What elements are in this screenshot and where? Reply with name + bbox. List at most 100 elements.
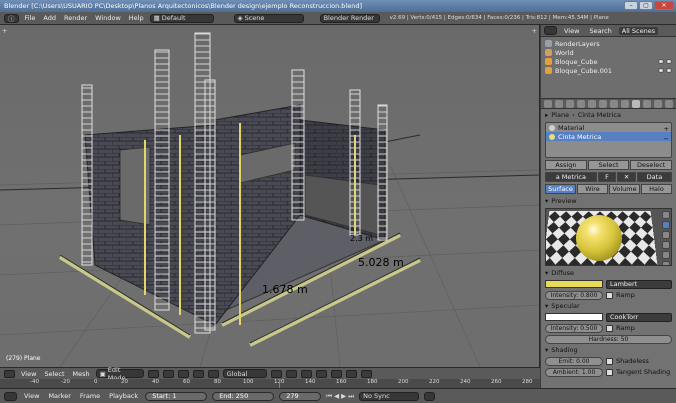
properties-expand-icon[interactable]: + (532, 27, 537, 35)
menu-playback[interactable]: Playback (107, 392, 140, 400)
texture-tab-icon[interactable] (643, 99, 651, 108)
visibility-eye-icon[interactable] (658, 59, 664, 64)
monkey-preview-icon[interactable] (662, 241, 670, 249)
data-tab-icon[interactable] (621, 99, 629, 108)
specular-ramp-checkbox[interactable] (606, 324, 613, 332)
translate-icon[interactable] (192, 369, 204, 378)
render-layers-tab-icon[interactable] (555, 99, 563, 108)
outliner-tab-view[interactable]: View (561, 27, 582, 35)
manipulator-icon[interactable] (177, 369, 189, 378)
menu-render[interactable]: Render (62, 14, 89, 22)
rotate-icon[interactable] (207, 369, 219, 378)
render-tab-icon[interactable] (544, 99, 552, 108)
halo-tab[interactable]: Halo (641, 184, 672, 194)
add-slot-icon[interactable]: + (664, 125, 669, 133)
outliner-tab-all-scenes[interactable]: All Scenes (618, 26, 659, 35)
menu-view[interactable]: View (22, 392, 41, 400)
render-icon[interactable] (360, 369, 372, 378)
mode-select[interactable]: ▣ Edit Mode (95, 366, 144, 382)
menu-view[interactable]: View (19, 370, 38, 378)
menu-frame[interactable]: Frame (78, 392, 102, 400)
specular-intensity-slider[interactable]: Intensity: 0.500 (545, 323, 603, 333)
volume-tab[interactable]: Volume (609, 184, 640, 194)
menu-select[interactable]: Select (42, 370, 66, 378)
maximize-button[interactable]: ▢ (639, 1, 653, 10)
emit-slider[interactable]: Emit: 0.00 (545, 356, 603, 366)
timeline-ruler[interactable]: -40 -20 0 20 40 60 80 100 120 140 160 18… (0, 379, 540, 388)
face-select-icon[interactable] (300, 369, 312, 378)
menu-add[interactable]: Add (41, 14, 58, 22)
wire-tab[interactable]: Wire (577, 184, 608, 194)
material-slot[interactable]: Cinta Metrica (546, 132, 671, 141)
diffuse-intensity-slider[interactable]: Intensity: 0.800 (545, 290, 603, 300)
physics-tab-icon[interactable] (665, 99, 673, 108)
material-slot[interactable]: Material (546, 123, 671, 132)
sky-preview-icon[interactable] (662, 261, 670, 265)
unlink-icon[interactable]: ✕ (617, 172, 636, 182)
link-data-select[interactable]: Data (636, 172, 673, 182)
modifiers-tab-icon[interactable] (610, 99, 618, 108)
proportional-icon[interactable] (330, 369, 342, 378)
keying-icon[interactable] (424, 391, 436, 401)
render-engine-select[interactable]: Blender Render (319, 13, 380, 23)
menu-window[interactable]: Window (93, 14, 123, 22)
specular-panel-header[interactable]: ▾ Specular (541, 301, 676, 311)
fake-user-button[interactable]: F (597, 172, 617, 182)
remove-slot-icon[interactable]: − (664, 135, 669, 143)
occlude-icon[interactable] (315, 369, 327, 378)
shadeless-checkbox[interactable] (606, 357, 613, 365)
snap-icon[interactable] (345, 369, 357, 378)
toolbar-expand-icon[interactable]: + (2, 27, 7, 35)
surface-tab[interactable]: Surface (545, 184, 576, 194)
outliner-item[interactable]: World (545, 48, 672, 57)
scene-select[interactable]: ◈ Scene (233, 13, 304, 23)
menu-marker[interactable]: Marker (46, 392, 72, 400)
material-name-field[interactable]: a Metrica (545, 172, 597, 182)
screen-layout-select[interactable]: ▦ Default (149, 13, 214, 23)
vertex-select-icon[interactable] (270, 369, 282, 378)
outliner-item[interactable]: Bloque_Cube.001 (545, 66, 672, 75)
deselect-button[interactable]: Deselect (630, 160, 673, 170)
diffuse-shader-select[interactable]: Lambert (606, 279, 672, 289)
3d-viewport[interactable]: 1.678 m 5.028 m 2.3 m (279) Plane + + (0, 25, 540, 367)
scene-tab-icon[interactable] (566, 99, 574, 108)
select-button[interactable]: Select (587, 160, 630, 170)
pivot-icon[interactable] (162, 369, 174, 378)
plane-preview-icon[interactable] (662, 211, 670, 219)
close-button[interactable]: ✕ (654, 1, 674, 10)
tangent-shading-checkbox[interactable] (606, 368, 613, 376)
diffuse-color-swatch[interactable] (545, 280, 603, 288)
constraints-tab-icon[interactable] (599, 99, 607, 108)
start-frame-field[interactable]: Start: 1 (145, 391, 208, 401)
select-arrow-icon[interactable] (666, 59, 672, 64)
visibility-eye-icon[interactable] (658, 68, 664, 73)
edge-select-icon[interactable] (285, 369, 297, 378)
menu-mesh[interactable]: Mesh (71, 370, 92, 378)
editor-type-icon[interactable] (4, 391, 17, 401)
end-frame-field[interactable]: End: 250 (212, 391, 275, 401)
playback-controls[interactable]: ⏮ ◀ ▶ ⏭ (326, 392, 354, 401)
current-frame-cursor[interactable] (279, 379, 280, 388)
shading-panel-header[interactable]: ▾ Shading (541, 345, 676, 355)
minimize-button[interactable]: – (624, 1, 638, 10)
current-frame-field[interactable]: 279 (279, 391, 322, 401)
material-tab-icon[interactable] (632, 99, 640, 108)
menu-file[interactable]: File (23, 14, 38, 22)
diffuse-ramp-checkbox[interactable] (606, 291, 613, 299)
material-slot-list[interactable]: Material Cinta Metrica + − (545, 122, 672, 158)
sync-select[interactable]: No Sync (359, 391, 420, 401)
preview-panel-header[interactable]: ▾ Preview (541, 196, 676, 206)
diffuse-panel-header[interactable]: ▾ Diffuse (541, 268, 676, 278)
assign-button[interactable]: Assign (545, 160, 587, 170)
cube-preview-icon[interactable] (662, 231, 670, 239)
select-arrow-icon[interactable] (666, 68, 672, 73)
shading-icon[interactable] (147, 369, 159, 378)
hair-preview-icon[interactable] (662, 251, 670, 259)
sphere-preview-icon[interactable] (662, 221, 670, 229)
editor-type-icon[interactable] (4, 369, 15, 378)
outliner-tab-search[interactable]: Search (586, 27, 614, 35)
ambient-slider[interactable]: Ambient: 1.00 (545, 367, 603, 377)
menu-help[interactable]: Help (127, 14, 146, 22)
specular-color-swatch[interactable] (545, 313, 603, 321)
orientation-select[interactable]: Global (222, 369, 267, 378)
